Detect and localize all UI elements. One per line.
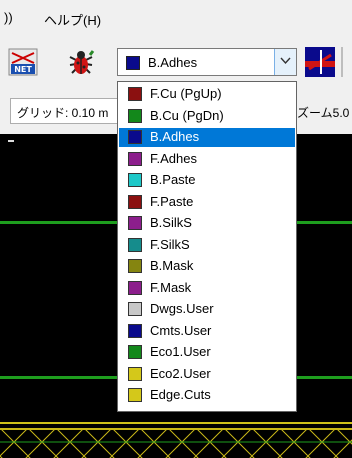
zoom-value[interactable]: ズーム5.0 [297, 104, 349, 121]
layer-option-label: B.Paste [150, 172, 196, 187]
grid-value: グリッド: 0.10 m [17, 106, 109, 120]
layer-color-swatch [128, 216, 142, 230]
layer-color-swatch [128, 259, 142, 273]
hatch-pattern [0, 428, 352, 458]
layer-option-label: F.Paste [150, 193, 194, 209]
grid-select[interactable]: グリッド: 0.10 m [10, 98, 120, 124]
layer-option[interactable]: B.Cu (PgDn) [119, 107, 295, 126]
layer-color-swatch [128, 237, 142, 252]
menu-bar: )) ヘルプ(H) [0, 0, 352, 34]
layer-option-label: B.Cu (PgDn) [150, 107, 224, 123]
layer-color-swatch [128, 87, 142, 101]
layer-color-swatch [128, 108, 142, 123]
layer-option[interactable]: Eco1.User [119, 343, 295, 362]
toolbar-separator [341, 47, 343, 77]
layer-color-swatch [128, 280, 142, 295]
layer-color-swatch [128, 323, 142, 338]
layer-option-label: B.Adhes [150, 129, 200, 144]
layer-color-swatch [128, 130, 142, 144]
layer-option[interactable]: Edge.Cuts [119, 386, 295, 405]
layer-option[interactable]: Cmts.User [119, 322, 295, 341]
svg-text:NET: NET [14, 65, 32, 74]
dropdown-arrow[interactable] [274, 49, 296, 75]
layer-option-label: F.Mask [150, 279, 192, 295]
layer-color-swatch [128, 388, 142, 402]
layer-option-label: Cmts.User [150, 322, 212, 338]
layer-option[interactable]: F.SilkS [119, 236, 295, 255]
layer-option[interactable]: B.SilkS [119, 214, 295, 233]
chevron-down-icon [280, 57, 291, 65]
layer-option[interactable]: F.Adhes [119, 150, 295, 169]
via-layer-pair-icon[interactable] [305, 47, 335, 77]
layer-select[interactable]: B.Adhes [117, 48, 297, 76]
layer-option-label: Edge.Cuts [150, 387, 211, 402]
menu-item-help[interactable]: ヘルプ(H) [44, 10, 101, 29]
layer-option-label: Eco1.User [150, 344, 211, 359]
layer-color-swatch [126, 56, 140, 70]
layer-option-label: F.Cu (PgUp) [150, 86, 222, 101]
layer-option-label: Dwgs.User [150, 301, 214, 316]
layer-color-swatch [128, 194, 142, 209]
edge-line [0, 422, 352, 424]
layer-color-swatch [128, 151, 142, 166]
netlist-icon[interactable]: NET [8, 47, 38, 77]
layer-option[interactable]: Dwgs.User [119, 300, 295, 319]
layer-option[interactable]: Eco2.User [119, 365, 295, 384]
bug-icon[interactable] [66, 47, 96, 77]
layer-color-swatch [128, 366, 142, 381]
layer-option-label: F.SilkS [150, 236, 190, 252]
layer-option[interactable]: B.Adhes [119, 128, 295, 147]
layer-option-label: F.Adhes [150, 150, 197, 166]
layer-option[interactable]: B.Mask [119, 257, 295, 276]
layer-option-label: Eco2.User [150, 365, 211, 381]
layer-option[interactable]: F.Paste [119, 193, 295, 212]
layer-option[interactable]: F.Cu (PgUp) [119, 85, 295, 104]
layer-color-swatch [128, 302, 142, 316]
layer-color-swatch [128, 345, 142, 359]
layer-dropdown-list: F.Cu (PgUp) B.Cu (PgDn) B.Adhes F.Adhes B.Pa… [117, 81, 297, 412]
layer-color-swatch [128, 173, 142, 187]
layer-option[interactable]: B.Paste [119, 171, 295, 190]
canvas-marker [8, 140, 14, 142]
menu-item-partial[interactable]: )) [4, 10, 13, 25]
layer-option-label: B.Mask [150, 258, 194, 273]
layer-select-value: B.Adhes [148, 55, 198, 70]
layer-option[interactable]: F.Mask [119, 279, 295, 298]
layer-option-label: B.SilkS [150, 215, 192, 230]
